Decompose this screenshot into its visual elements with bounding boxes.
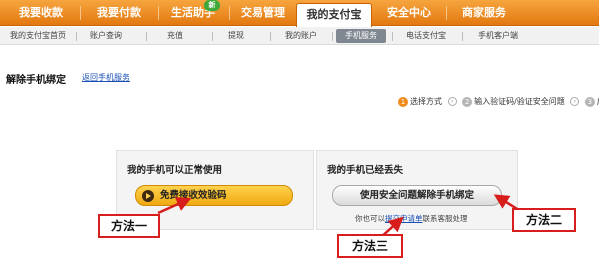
- step-indicator: 1选择方式 › 2输入验证码/验证安全问题 › 3成功: [398, 96, 599, 108]
- subnav-item-recharge[interactable]: 充值: [150, 27, 200, 45]
- sub-navigation: 我的支付宝首页 账户查询 充值 提现 我的账户 手机服务 电话支付宝 手机客户端: [0, 27, 599, 45]
- subnav-item-mobile-client[interactable]: 手机客户端: [468, 27, 528, 45]
- alt-prefix: 你也可以: [355, 214, 385, 223]
- submit-application-link[interactable]: 提交申请单: [385, 214, 423, 223]
- subnav-item-account-query[interactable]: 账户查询: [80, 27, 132, 45]
- step-arrow-icon: ›: [447, 97, 457, 106]
- phone-lost-panel: 我的手机已经丢失 使用安全问题解除手机绑定 你也可以提交申请单联系客服处理: [316, 150, 518, 230]
- alt-suffix: 联系客服处理: [422, 214, 468, 223]
- security-question-unbind-button[interactable]: 使用安全问题解除手机绑定: [332, 185, 502, 206]
- subnav-divider: [76, 32, 77, 41]
- subnav-divider: [332, 32, 333, 41]
- tab-divider: [158, 6, 159, 20]
- new-badge: 新: [204, 0, 220, 11]
- subnav-divider: [270, 32, 271, 41]
- method1-callout: 方法一: [98, 214, 160, 238]
- tab-my-alipay[interactable]: 我的支付宝: [296, 3, 372, 27]
- tab-security-center[interactable]: 安全中心: [376, 0, 442, 26]
- phone-available-heading: 我的手机可以正常使用: [127, 165, 223, 176]
- play-icon: [142, 190, 154, 202]
- receive-verification-code-button[interactable]: 免费接收效验码: [135, 185, 293, 206]
- tab-divider: [229, 6, 230, 20]
- step-2-number: 2: [462, 96, 473, 107]
- tab-make-payment[interactable]: 我要付款: [84, 0, 154, 26]
- tab-receive-payment[interactable]: 我要收款: [6, 0, 76, 26]
- step-arrow-icon: ›: [570, 97, 580, 106]
- tab-trade-management[interactable]: 交易管理: [232, 0, 294, 26]
- receive-verification-code-label: 免费接收效验码: [160, 190, 227, 201]
- step-2-label: 输入验证码/验证安全问题: [474, 97, 565, 106]
- subnav-divider: [146, 32, 147, 41]
- subnav-divider: [212, 32, 213, 41]
- tab-divider: [446, 6, 447, 20]
- tab-divider: [80, 6, 81, 20]
- tab-merchant-service[interactable]: 商家服务: [449, 0, 519, 26]
- step-1-number: 1: [398, 96, 408, 107]
- phone-lost-heading: 我的手机已经丢失: [327, 165, 404, 176]
- method2-callout: 方法二: [512, 208, 576, 232]
- method3-callout: 方法三: [337, 234, 403, 258]
- subnav-divider: [462, 32, 463, 41]
- subnav-item-mobile-service[interactable]: 手机服务: [336, 29, 386, 43]
- subnav-item-my-account[interactable]: 我的账户: [276, 27, 326, 45]
- back-to-mobile-service-link[interactable]: 返回手机服务: [82, 72, 130, 83]
- alternative-contact-text: 你也可以提交申请单联系客服处理: [355, 213, 468, 224]
- page-title: 解除手机绑定: [6, 75, 66, 86]
- step-1-label: 选择方式: [410, 97, 442, 106]
- top-navigation: 我要收款 我要付款 生活助手 新 交易管理 我的支付宝 安全中心 商家服务: [0, 0, 599, 27]
- subnav-item-phone-alipay[interactable]: 电话支付宝: [396, 27, 456, 45]
- subnav-item-home[interactable]: 我的支付宝首页: [4, 27, 72, 45]
- subnav-divider: [392, 32, 393, 41]
- step-3-number: 3: [584, 96, 595, 107]
- subnav-item-withdraw[interactable]: 提现: [216, 27, 256, 45]
